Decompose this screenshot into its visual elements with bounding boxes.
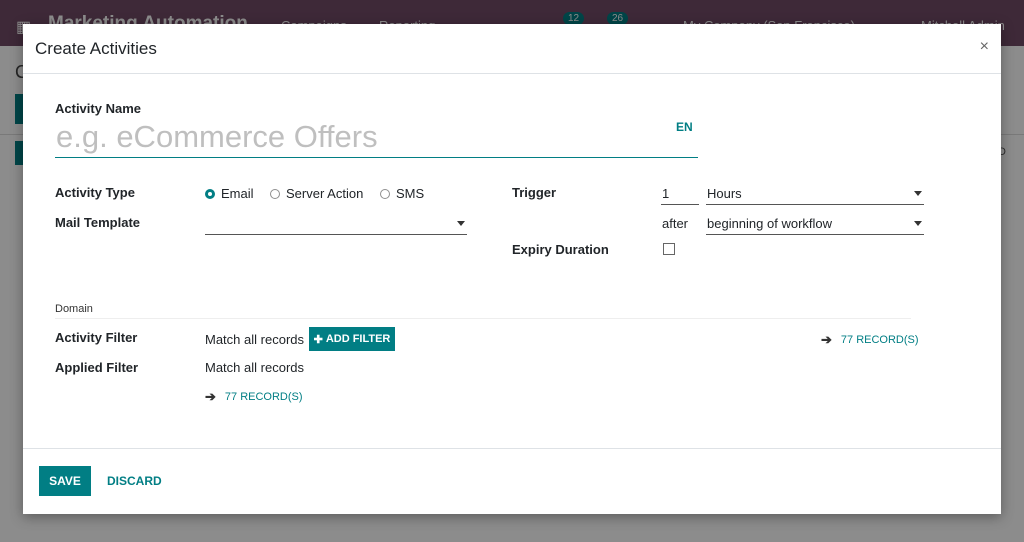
mail-template-label: Mail Template [55,215,141,230]
mail-template-select[interactable] [205,214,467,235]
radio-unselected-icon [380,188,390,199]
radio-unselected-icon [270,188,280,199]
chevron-down-icon [914,191,922,196]
create-activities-dialog: Create Activities × Activity Name EN Act… [23,24,1001,514]
activity-name-label: Activity Name [55,101,141,116]
applied-filter-match: Match all records [205,360,304,375]
arrow-right-icon: ➔ [205,389,216,404]
chevron-down-icon [914,221,922,226]
match-prefix: Match [205,360,241,375]
activity-filter-match: Match all records [205,332,304,347]
add-filter-label: ADD FILTER [325,333,391,345]
radio-sms[interactable]: SMS [380,186,424,201]
trigger-unit-value: Hours [707,186,742,201]
trigger-label: Trigger [512,185,557,200]
language-button[interactable]: EN [676,120,693,134]
save-button[interactable]: SAVE [39,466,91,496]
radio-sms-label: SMS [396,186,425,201]
radio-server-action[interactable]: Server Action [270,186,363,201]
arrow-right-icon: ➔ [821,332,832,347]
modal-footer: SAVE DISCARD [23,448,1001,515]
after-label: after [662,216,689,231]
modal-title: Create Activities [35,39,157,58]
trigger-after-value: beginning of workflow [707,216,833,231]
match-all-records: all records [244,360,304,375]
records-link-right[interactable]: ➔ 77 RECORD(S) [821,332,919,348]
plus-icon: ✚ [313,333,323,346]
divider [55,318,911,319]
chevron-down-icon [457,221,465,226]
activity-filter-label: Activity Filter [55,330,138,345]
expiry-duration-label: Expiry Duration [512,242,609,257]
records-link-left[interactable]: ➔ 77 RECORD(S) [205,389,303,405]
radio-email-label: Email [221,186,254,201]
radio-email[interactable]: Email [205,186,254,201]
discard-button[interactable]: DISCARD [107,466,162,496]
records-count: 77 RECORD(S) [224,391,303,403]
match-all-records: all records [244,332,304,347]
modal-header: Create Activities × [23,24,1001,74]
match-prefix: Match [205,332,241,347]
records-count: 77 RECORD(S) [840,334,919,346]
close-icon[interactable]: × [980,38,989,56]
trigger-interval-value: 1 [662,186,670,201]
add-filter-button[interactable]: ✚ ADD FILTER [309,327,395,351]
trigger-interval-input[interactable]: 1 [661,184,699,205]
radio-selected-icon [205,188,215,199]
domain-section-label: Domain [55,303,93,315]
activity-type-label: Activity Type [55,185,135,200]
applied-filter-label: Applied Filter [55,360,139,375]
trigger-unit-select[interactable]: Hours [706,184,924,205]
expiry-duration-checkbox[interactable] [663,243,675,255]
activity-name-input[interactable] [55,117,698,158]
radio-server-action-label: Server Action [286,186,364,201]
trigger-after-select[interactable]: beginning of workflow [706,214,924,235]
